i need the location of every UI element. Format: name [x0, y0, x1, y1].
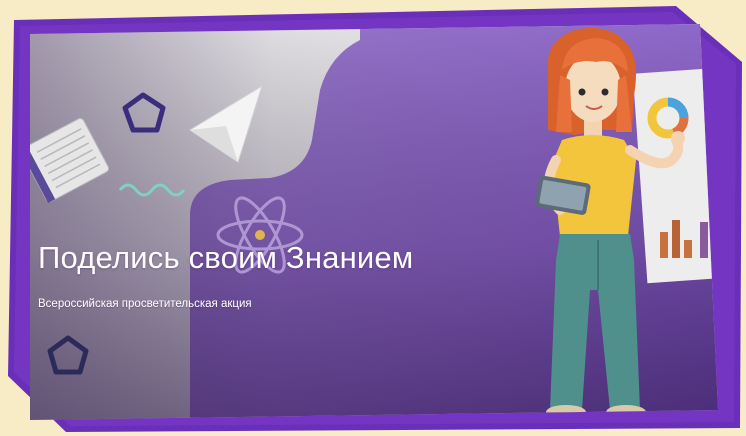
banner-stage: Поделись своим Знанием Всероссийская про… [0, 0, 746, 436]
banner-title: Поделись своим Знанием [38, 240, 414, 275]
banner-artwork [8, 6, 742, 432]
banner-subtitle: Всероссийская просветительская акция [38, 298, 252, 310]
